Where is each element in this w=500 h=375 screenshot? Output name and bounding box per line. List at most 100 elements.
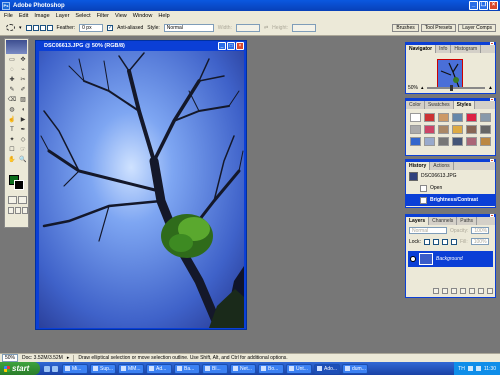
status-arrow-icon[interactable]: ▸ <box>67 355 70 361</box>
full-screen-button[interactable] <box>22 207 28 214</box>
menu-file[interactable]: File <box>4 13 13 19</box>
taskbar-button[interactable]: Sup... <box>90 363 116 374</box>
eyedropper-tool-icon[interactable]: ☐ <box>7 146 17 155</box>
lock-image-icon[interactable] <box>432 238 439 245</box>
tab-paths[interactable]: Paths <box>457 217 478 225</box>
layer-background[interactable]: Background <box>408 251 493 267</box>
style-swatch[interactable] <box>410 137 421 146</box>
antialiased-checkbox[interactable]: ✓ <box>107 24 114 31</box>
taskbar-button[interactable]: MM... <box>118 363 144 374</box>
fill-input[interactable]: 100% <box>470 238 489 245</box>
pen-tool-icon[interactable]: ✒ <box>18 126 28 135</box>
doc-maximize-button[interactable]: □ <box>227 42 235 50</box>
menu-view[interactable]: View <box>115 13 127 19</box>
menu-help[interactable]: Help <box>158 13 169 19</box>
style-swatch[interactable] <box>424 125 435 134</box>
height-input[interactable] <box>292 23 317 32</box>
background-color-swatch[interactable] <box>14 180 24 190</box>
dodge-tool-icon[interactable]: ☝ <box>7 116 17 125</box>
doc-close-button[interactable]: × <box>236 42 244 50</box>
start-button[interactable]: start <box>0 362 40 375</box>
tab-info[interactable]: Info <box>436 45 452 53</box>
trash-icon[interactable] <box>487 288 493 294</box>
layer-mask-icon[interactable] <box>451 288 457 294</box>
style-swatch[interactable] <box>452 113 463 122</box>
doc-minimize-button[interactable]: _ <box>218 42 226 50</box>
tab-navigator[interactable]: Navigator <box>406 45 437 53</box>
navigator-close-icon[interactable] <box>490 42 494 45</box>
lasso-tool-icon[interactable]: ◌ <box>7 66 17 75</box>
style-swatch[interactable] <box>452 137 463 146</box>
notes-tool-icon[interactable]: ◇ <box>18 136 28 145</box>
style-swatch[interactable] <box>466 113 477 122</box>
feather-input[interactable]: 0 px <box>79 23 104 32</box>
zoom-in-icon[interactable]: ▲ <box>488 85 493 91</box>
taskbar-button[interactable]: Ado... <box>314 363 340 374</box>
language-indicator[interactable]: TH <box>458 366 465 372</box>
style-swatch[interactable] <box>480 113 491 122</box>
well-layer-comps[interactable]: Layer Comps <box>458 24 496 32</box>
new-group-icon[interactable] <box>460 288 466 294</box>
menu-filter[interactable]: Filter <box>97 13 109 19</box>
taskbar-button[interactable]: Ad... <box>146 363 172 374</box>
taskbar-button[interactable]: dum... <box>342 363 368 374</box>
adobe-feather-icon[interactable] <box>6 40 27 54</box>
clone-stamp-tool-icon[interactable]: ⌫ <box>7 96 17 105</box>
eraser-tool-icon[interactable]: ◍ <box>7 106 17 115</box>
full-screen-menubar-button[interactable] <box>15 207 21 214</box>
subtract-selection-icon[interactable] <box>39 24 46 31</box>
quick-mask-button[interactable] <box>18 196 27 204</box>
style-swatch[interactable] <box>424 137 435 146</box>
crop-tool-icon[interactable]: ✚ <box>7 76 17 85</box>
taskbar-button[interactable]: Net... <box>230 363 256 374</box>
doc-size-readout[interactable]: Doc: 3.52M/3.52M <box>22 355 63 361</box>
document-title-bar[interactable]: DSC06613.JPG @ 50% (RGB/8) <box>36 41 246 51</box>
style-select[interactable]: Normal <box>163 23 214 32</box>
menu-edit[interactable]: Edit <box>19 13 28 19</box>
tray-icon[interactable] <box>475 366 481 371</box>
zoom-out-icon[interactable]: ▴ <box>421 85 424 91</box>
history-item-brightness-contrast[interactable]: Brightness/Contrast <box>406 194 495 206</box>
taskbar-button[interactable]: Mi... <box>62 363 88 374</box>
navigator-zoom-value[interactable]: 50% <box>408 85 418 91</box>
menu-layer[interactable]: Layer <box>56 13 70 19</box>
well-brushes[interactable]: Brushes <box>392 24 419 32</box>
tool-preset-arrow-icon[interactable]: ▾ <box>19 25 22 31</box>
status-zoom-input[interactable]: 50% <box>2 354 18 362</box>
style-swatch[interactable] <box>438 125 449 134</box>
taskbar-button[interactable]: Bo... <box>258 363 284 374</box>
swap-icon[interactable]: ⇄ <box>264 25 268 31</box>
minimize-button[interactable]: _ <box>469 1 478 10</box>
style-swatch[interactable] <box>438 137 449 146</box>
well-tool-presets[interactable]: Tool Presets <box>420 24 457 32</box>
history-item-open[interactable]: Open <box>406 182 495 194</box>
shape-tool-icon[interactable]: ✦ <box>7 136 17 145</box>
tab-swatches[interactable]: Swatches <box>425 101 454 109</box>
taskbar-button[interactable]: Unt... <box>286 363 312 374</box>
style-swatch[interactable] <box>480 125 491 134</box>
tab-styles[interactable]: Styles <box>453 101 476 109</box>
visibility-eye-icon[interactable] <box>410 256 416 262</box>
style-swatch[interactable] <box>410 125 421 134</box>
styles-close-icon[interactable] <box>490 98 494 101</box>
style-swatch[interactable] <box>466 125 477 134</box>
tab-color[interactable]: Color <box>406 101 425 109</box>
slice-tool-icon[interactable]: ✂ <box>18 76 28 85</box>
history-snapshot[interactable]: DSC06613.JPG <box>406 170 495 182</box>
history-close-icon[interactable] <box>490 159 494 162</box>
quick-launch-icon[interactable] <box>44 365 50 372</box>
standard-screen-button[interactable] <box>8 207 14 214</box>
style-swatch[interactable] <box>480 137 491 146</box>
style-swatch[interactable] <box>466 137 477 146</box>
standard-mode-button[interactable] <box>8 196 17 204</box>
tab-histogram[interactable]: Histogram <box>451 45 482 53</box>
quick-launch-icon[interactable] <box>52 365 58 372</box>
opacity-input[interactable]: 100% <box>471 227 490 234</box>
lock-position-icon[interactable] <box>441 238 448 245</box>
move-tool-icon[interactable]: ✥ <box>18 56 28 65</box>
menu-window[interactable]: Window <box>133 13 153 19</box>
zoom-slider[interactable] <box>426 85 486 91</box>
brush-tool-icon[interactable]: ✐ <box>18 86 28 95</box>
adjustment-layer-icon[interactable] <box>469 288 475 294</box>
tab-actions[interactable]: Actions <box>430 162 454 170</box>
